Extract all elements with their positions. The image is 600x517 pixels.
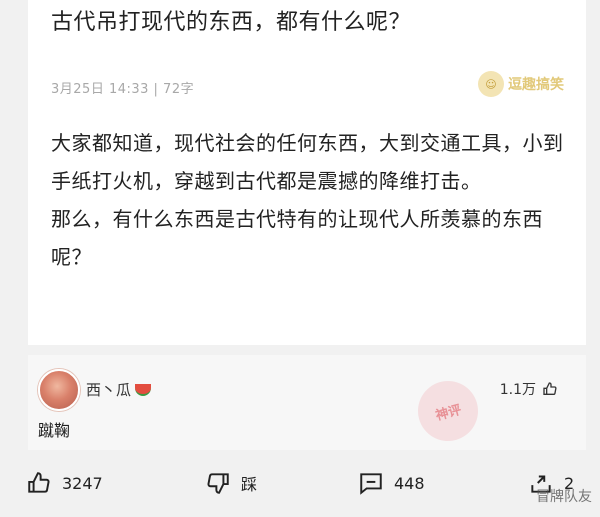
thumb-up-icon [28,472,50,493]
thumb-up-icon [543,382,557,395]
post-meta: 3月25日 14:33 | 72字 [51,82,195,97]
comment-username[interactable]: 西丶瓜 [86,379,152,400]
post-body: 大家都知道，现代社会的任何东西，大到交通工具，小到手纸打火机，穿越到古代都是震撼… [51,124,571,276]
comment-icon [360,473,382,495]
comment-text: 蹴鞠 [38,421,71,440]
brand-name: 逗趣搞笑 [508,77,564,93]
brand-logo-icon: ☺ [478,71,504,97]
action-bar: 3247 踩 448 2 [0,470,600,510]
comment-like-button[interactable]: 1.1万 [500,379,558,399]
dislike-label: 踩 [241,475,258,494]
top-comment[interactable]: 西丶瓜 蹴鞠 神评 1.1万 [28,355,586,450]
post-card: 古代吊打现代的东西，都有什么呢？ 3月25日 14:33 | 72字 ☺ 逗趣搞… [28,0,586,345]
like-count: 3247 [62,473,103,493]
post-paragraph: 大家都知道，现代社会的任何东西，大到交通工具，小到手纸打火机，穿越到古代都是震撼… [51,131,564,193]
watermark-text: 冒牌队友 [536,489,592,505]
like-button[interactable]: 3247 [26,470,103,496]
comment-like-count: 1.1万 [499,382,536,398]
brand-badge[interactable]: ☺ 逗趣搞笑 [478,68,564,100]
watermelon-icon [135,383,152,396]
post-paragraph: 那么，有什么东西是古代特有的让现代人所羡慕的东西呢？ [51,207,543,269]
post-title: 古代吊打现代的东西，都有什么呢？ [51,10,412,35]
avatar[interactable] [38,369,80,411]
stamp-icon: 神评 [411,374,485,448]
comment-count: 448 [394,473,425,493]
username-text: 西丶瓜 [86,381,132,399]
dislike-button[interactable]: 踩 [205,470,257,496]
comment-button[interactable]: 448 [358,470,425,496]
thumb-down-icon [207,473,229,494]
